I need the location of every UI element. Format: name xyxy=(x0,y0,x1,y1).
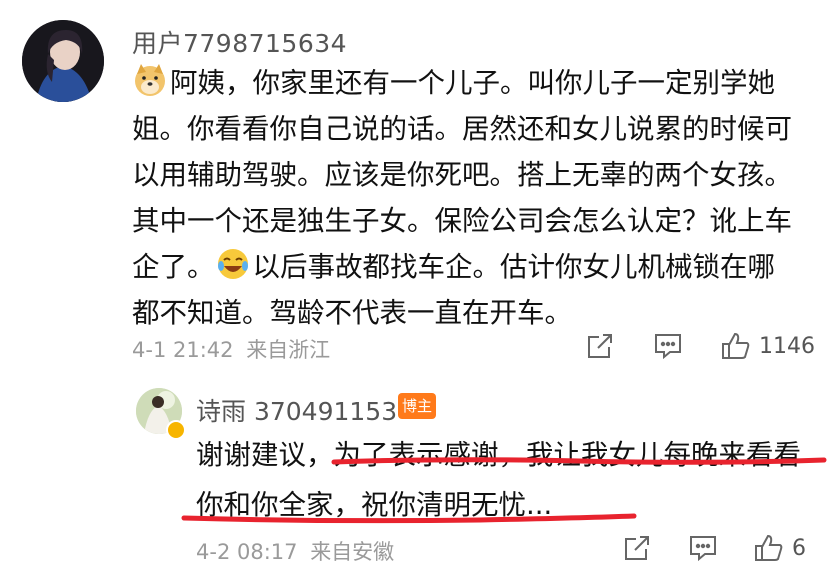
reply-location: 来自安徽 xyxy=(310,540,395,564)
avatar[interactable] xyxy=(22,20,104,102)
comment-username[interactable]: 用户7798715634 xyxy=(132,24,347,60)
like-icon[interactable] xyxy=(721,331,751,361)
comment-meta: 4-1 21:42 来自浙江 xyxy=(132,334,330,364)
like-count: 6 xyxy=(792,535,806,561)
comment-icon[interactable] xyxy=(653,331,683,361)
like-count: 1146 xyxy=(759,333,815,359)
reply-meta: 4-2 08:17 来自安徽 xyxy=(196,536,394,566)
comment-time: 4-1 21:42 xyxy=(132,338,234,362)
blogger-badge: 博主 xyxy=(398,393,436,419)
comment-icon[interactable] xyxy=(688,533,718,563)
comment-location: 来自浙江 xyxy=(246,338,331,362)
share-icon[interactable] xyxy=(585,331,615,361)
laugh-cry-emoji-icon xyxy=(215,246,251,282)
doge-emoji-icon xyxy=(132,62,168,98)
reply-time: 4-2 08:17 xyxy=(196,540,298,564)
comment-text: 阿姨，你家里还有一个儿子。叫你儿子一定别学她姐。你看看你自己说的话。居然还和女儿… xyxy=(132,60,792,336)
reply-username[interactable]: 诗雨 370491153 xyxy=(196,392,397,428)
reply-actions: 6 xyxy=(622,533,806,563)
like-icon[interactable] xyxy=(754,533,784,563)
verified-badge-icon xyxy=(166,420,186,440)
comment-actions: 1146 xyxy=(585,331,815,361)
reply-text: 谢谢建议，为了表示感谢，我让我女儿每晚来看看你和你全家，祝你清明无忧... xyxy=(196,439,801,521)
share-icon[interactable] xyxy=(622,533,652,563)
